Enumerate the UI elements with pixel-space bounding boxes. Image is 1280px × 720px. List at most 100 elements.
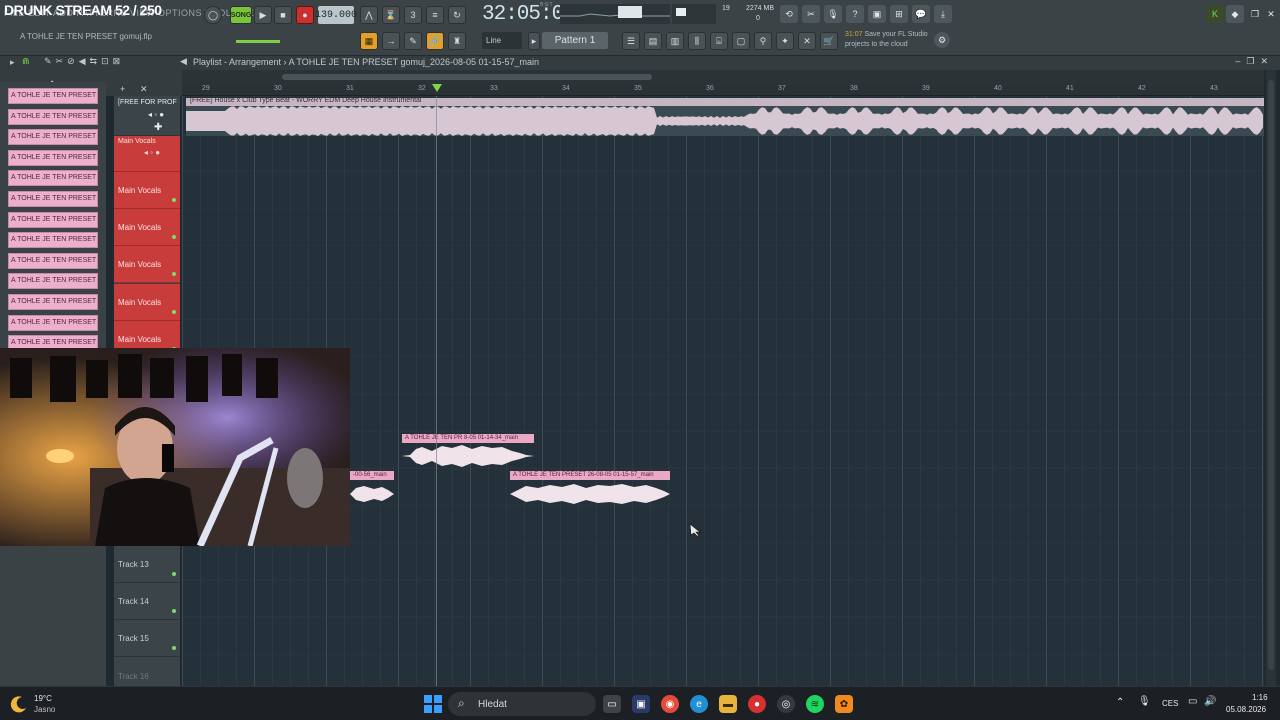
weather-temperature[interactable]: 19°C bbox=[34, 694, 52, 703]
stop-button[interactable]: ■ bbox=[274, 6, 292, 24]
track-add-icon[interactable]: ✚ bbox=[154, 122, 162, 133]
mixer-window-button[interactable]: ⫼ bbox=[688, 32, 706, 50]
taskbar-search[interactable]: ⌕ Hledat bbox=[448, 692, 596, 716]
recorder-icon[interactable]: ● bbox=[748, 695, 766, 713]
track-header[interactable]: Track 14 bbox=[114, 583, 180, 621]
vertical-scrollbar[interactable] bbox=[1266, 70, 1276, 686]
timeline-ruler[interactable]: 29 30 31 32 33 34 35 36 37 38 39 40 41 42 43 bbox=[182, 84, 1264, 96]
pattern-selector[interactable]: Pattern 1 bbox=[542, 32, 608, 49]
playlist-options-arrow-icon[interactable]: ▸ bbox=[10, 57, 15, 68]
fl-studio-icon[interactable]: ✿ bbox=[835, 695, 853, 713]
pencil-tool-button[interactable]: ✎ bbox=[404, 32, 422, 50]
piano-roll-button[interactable]: ▤ bbox=[644, 32, 662, 50]
add-icon[interactable]: + bbox=[120, 84, 125, 94]
step-edit-button[interactable]: ≡ bbox=[426, 6, 444, 24]
windows-start-icon[interactable] bbox=[424, 695, 442, 713]
task-view-icon[interactable]: ▭ bbox=[603, 695, 621, 713]
track-main-vocals[interactable]: Main Vocals bbox=[114, 283, 180, 321]
track-main-vocals-header[interactable]: Main Vocals ◂ ◦ ● bbox=[114, 136, 180, 172]
clock-date[interactable]: 05.08.2026 bbox=[1226, 705, 1266, 714]
track-led[interactable] bbox=[172, 272, 176, 277]
weather-description[interactable]: Jasno bbox=[34, 705, 55, 714]
horizontal-scrollbar[interactable] bbox=[182, 70, 1264, 84]
pattern-clip-item[interactable]: A TOHLE JE TEN PRESET g bbox=[8, 314, 98, 331]
chrome-icon[interactable]: ◉ bbox=[661, 695, 679, 713]
track-free-for-profit[interactable]: [FREE FOR PROF ◂ ◦ ● ✚ bbox=[114, 96, 180, 136]
browser-button[interactable]: ⌸ bbox=[710, 32, 728, 50]
touch-keyboard-button[interactable]: ⚲ bbox=[754, 32, 772, 50]
pattern-clip-item[interactable]: A TOHLE JE TEN PRESET g bbox=[8, 232, 98, 249]
wait-input-button[interactable]: ⌛ bbox=[382, 6, 400, 24]
countdown-button[interactable]: 3 bbox=[404, 6, 422, 24]
pattern-clip-item[interactable]: A TOHLE JE TEN PRESET g bbox=[8, 108, 98, 125]
pattern-song-knob[interactable]: ◯ bbox=[204, 6, 222, 24]
pattern-clip-item[interactable]: A TOHLE JE TEN PRESET g bbox=[8, 252, 98, 269]
pattern-clip-item[interactable]: A TOHLE JE TEN PRESET g bbox=[8, 129, 98, 146]
track-led[interactable] bbox=[172, 646, 176, 651]
file-explorer-icon[interactable]: ▬ bbox=[719, 695, 737, 713]
track-led[interactable] bbox=[172, 235, 176, 240]
mixer-button[interactable]: ⊞ bbox=[890, 5, 908, 23]
playlist-window-button[interactable]: ☰ bbox=[622, 32, 640, 50]
download-button[interactable]: ⤓ bbox=[934, 5, 952, 23]
pattern-clip-item[interactable]: A TOHLE JE TEN PRESET g bbox=[8, 88, 98, 104]
track-controls-icons[interactable]: ◂ ◦ ● bbox=[148, 110, 164, 119]
playhead-marker[interactable] bbox=[432, 84, 442, 92]
keyboard-language[interactable]: CES bbox=[1162, 699, 1178, 708]
pattern-clip-item[interactable]: A TOHLE JE TEN PRESET g bbox=[8, 273, 98, 290]
plugin-picker-button[interactable]: ▢ bbox=[732, 32, 750, 50]
shop-button[interactable]: 🛒 bbox=[820, 32, 838, 50]
record-button[interactable]: ● bbox=[296, 6, 314, 24]
scroll-thumb-vertical[interactable] bbox=[1268, 80, 1274, 670]
track-led[interactable] bbox=[172, 309, 176, 314]
weather-moon-icon[interactable] bbox=[10, 695, 28, 713]
back-arrow-icon[interactable]: ◀ bbox=[180, 56, 187, 67]
track-main-vocals[interactable]: Main Vocals bbox=[114, 172, 180, 209]
track-header[interactable]: Track 15 bbox=[114, 620, 180, 658]
cut-tool-button[interactable]: ✂ bbox=[802, 5, 820, 23]
arrow-next-button[interactable]: → bbox=[382, 32, 400, 50]
track-led[interactable] bbox=[172, 609, 176, 614]
metronome-button[interactable]: ⋀ bbox=[360, 6, 378, 24]
pattern-clip-item[interactable]: A TOHLE JE TEN PRESET g bbox=[8, 211, 98, 228]
undo-history-button[interactable]: ⟲ bbox=[780, 5, 798, 23]
store-icon[interactable]: ▣ bbox=[632, 695, 650, 713]
mic-button[interactable]: 🎙 bbox=[824, 5, 842, 23]
loop-record-button[interactable]: ↻ bbox=[448, 6, 466, 24]
clip-a-waveform[interactable] bbox=[402, 443, 534, 469]
snap-tool-button[interactable]: ▦ bbox=[360, 32, 378, 50]
link-tool-button[interactable]: 🔗 bbox=[426, 32, 444, 50]
clock-time[interactable]: 1:16 bbox=[1252, 693, 1268, 702]
clip-c-waveform[interactable] bbox=[350, 480, 394, 508]
track-controls-icons[interactable]: ◂ ◦ ● bbox=[144, 148, 160, 157]
pattern-prev-button[interactable]: ▸ bbox=[528, 32, 540, 50]
clip-a-label[interactable]: A TOHLE JE TEN PR 8-05 01-14-34_main bbox=[402, 434, 534, 443]
clip-b-waveform[interactable] bbox=[510, 480, 670, 508]
playlist-window-controls[interactable]: –❐✕ bbox=[1235, 56, 1274, 67]
song-mode-toggle[interactable]: SONG bbox=[230, 6, 252, 24]
play-button[interactable]: ▶ bbox=[254, 6, 272, 24]
tempo-display[interactable]: 139.000 bbox=[315, 6, 357, 24]
master-volume-slider[interactable] bbox=[236, 40, 280, 43]
pattern-clip-item[interactable]: A TOHLE JE TEN PRESET g bbox=[8, 294, 98, 310]
volume-icon[interactable]: 🔊 bbox=[1204, 696, 1216, 707]
help-button[interactable]: ? bbox=[846, 5, 864, 23]
close-window-button[interactable]: ✕ bbox=[1262, 5, 1280, 23]
channel-rack-button[interactable]: ▥ bbox=[666, 32, 684, 50]
network-icon[interactable]: ▭ bbox=[1188, 696, 1197, 707]
stamp-tool-button[interactable]: ♜ bbox=[448, 32, 466, 50]
plugin-k-button[interactable]: K bbox=[1206, 5, 1224, 23]
news-settings-button[interactable]: ⚙ bbox=[934, 32, 950, 48]
track-led[interactable] bbox=[172, 198, 176, 202]
edison-button[interactable]: ✕ bbox=[798, 32, 816, 50]
playlist-tools-icons[interactable]: ✎✂⊘◀⇆⊡⊠ bbox=[44, 56, 124, 67]
save-button[interactable]: ▣ bbox=[868, 5, 886, 23]
tempo-tapper-button[interactable]: ✦ bbox=[776, 32, 794, 50]
arrangement-name[interactable]: A TOHLE JE TEN PRESET gomuj_2026-08-05 0… bbox=[289, 57, 539, 67]
clip-b-label[interactable]: A TOHLE JE TEN PRESET 26-08-05 01-15-57_… bbox=[510, 471, 670, 480]
snap-selector[interactable]: Line bbox=[482, 32, 522, 49]
spotify-icon[interactable]: ≋ bbox=[806, 695, 824, 713]
tray-expand-icon[interactable]: ⌃ bbox=[1116, 697, 1124, 708]
news-panel[interactable]: 31:07 Save your FL Studio projects to th… bbox=[845, 30, 945, 50]
track-header[interactable]: Track 13 bbox=[114, 546, 180, 583]
